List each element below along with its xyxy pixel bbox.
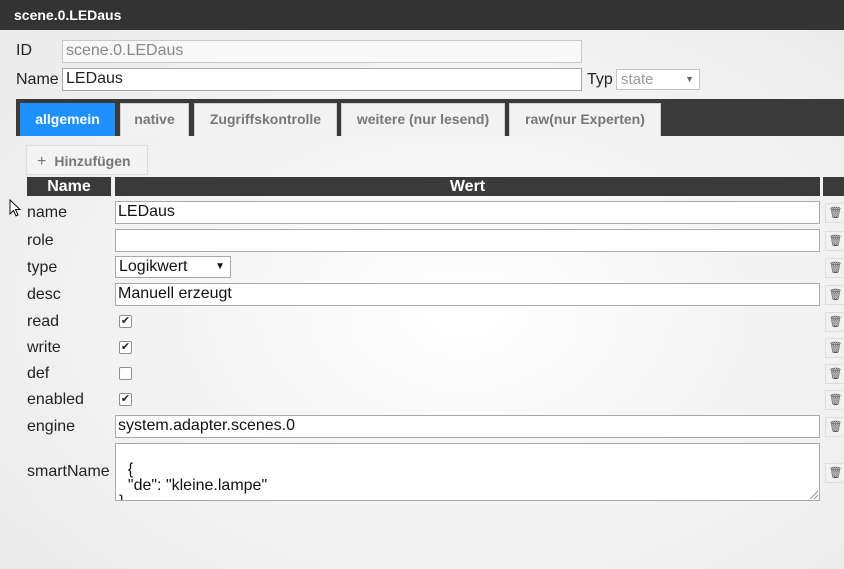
tab-native[interactable]: native <box>120 103 189 136</box>
tab-zugriffskontrolle[interactable]: Zugriffskontrolle <box>194 103 337 136</box>
delete-button-engine[interactable]: 🗑 <box>825 417 844 437</box>
column-header-actions <box>823 177 844 196</box>
check-icon: ✔ <box>120 393 131 405</box>
trash-icon: 🗑 <box>828 368 843 380</box>
value-input-engine[interactable]: system.adapter.scenes.0 <box>115 415 820 438</box>
value-input-name[interactable]: LEDaus <box>115 201 820 224</box>
chevron-down-icon: ▼ <box>685 74 694 84</box>
delete-button-desc[interactable]: 🗑 <box>825 285 844 305</box>
trash-icon: 🗑 <box>828 316 843 328</box>
mouse-pointer-icon <box>9 199 22 217</box>
column-header-value: Wert <box>115 177 820 196</box>
checkbox-def[interactable] <box>119 367 132 380</box>
trash-icon: 🗑 <box>828 262 843 274</box>
tab-weitere[interactable]: weitere (nur lesend) <box>341 103 505 136</box>
window-title: scene.0.LEDaus <box>0 0 844 30</box>
typ-label: Typ <box>587 71 613 88</box>
value-textarea-smartname[interactable]: { "de": "kleine.lampe" } <box>115 443 820 501</box>
trash-icon: 🗑 <box>828 467 843 479</box>
delete-button-role[interactable]: 🗑 <box>825 231 844 251</box>
check-icon: ✔ <box>120 341 131 353</box>
value-input-role[interactable] <box>115 229 820 252</box>
plus-icon: + <box>37 153 47 170</box>
trash-icon: 🗑 <box>828 342 843 354</box>
value-select-type-text: Logikwert <box>119 258 188 275</box>
caret-down-icon: ▼ <box>215 261 225 272</box>
delete-button-name[interactable]: 🗑 <box>825 203 844 223</box>
value-textarea-smartname-text: { "de": "kleine.lampe" } <box>119 461 268 501</box>
tab-allgemein[interactable]: allgemein <box>20 103 115 136</box>
delete-button-write[interactable]: 🗑 <box>825 338 844 358</box>
checkbox-enabled[interactable]: ✔ <box>119 393 132 406</box>
row-label-type: type <box>27 259 58 276</box>
typ-select-value: state <box>621 71 654 88</box>
add-button[interactable]: + Hinzufügen <box>26 145 148 175</box>
row-label-enabled: enabled <box>27 391 84 408</box>
value-input-desc[interactable]: Manuell erzeugt <box>115 283 820 306</box>
delete-button-def[interactable]: 🗑 <box>825 364 844 384</box>
tab-raw[interactable]: raw(nur Experten) <box>509 103 661 136</box>
typ-select[interactable]: state ▼ <box>616 69 700 90</box>
check-icon: ✔ <box>120 315 131 327</box>
checkbox-write[interactable]: ✔ <box>119 341 132 354</box>
row-label-def: def <box>27 365 50 382</box>
trash-icon: 🗑 <box>828 207 843 219</box>
row-label-desc: desc <box>27 286 61 303</box>
row-label-role: role <box>27 232 54 249</box>
trash-icon: 🗑 <box>828 394 843 406</box>
delete-button-smartname[interactable]: 🗑 <box>825 463 844 483</box>
resize-handle-icon[interactable] <box>810 491 818 499</box>
checkbox-read[interactable]: ✔ <box>119 315 132 328</box>
delete-button-enabled[interactable]: 🗑 <box>825 390 844 410</box>
id-field: scene.0.LEDaus <box>62 40 582 63</box>
tab-bar: allgemein native Zugriffskontrolle weite… <box>16 99 844 136</box>
name-label: Name <box>16 71 59 88</box>
row-label-smartname: smartName <box>27 463 110 480</box>
trash-icon: 🗑 <box>828 235 843 247</box>
row-label-name: name <box>27 204 68 221</box>
delete-button-type[interactable]: 🗑 <box>825 258 844 278</box>
row-label-read: read <box>27 313 60 330</box>
column-header-name: Name <box>27 177 111 196</box>
name-field[interactable]: LEDaus <box>62 68 582 91</box>
row-label-write: write <box>27 339 61 356</box>
id-label: ID <box>16 42 32 59</box>
trash-icon: 🗑 <box>828 289 843 301</box>
trash-icon: 🗑 <box>828 421 843 433</box>
delete-button-read[interactable]: 🗑 <box>825 312 844 332</box>
row-label-engine: engine <box>27 418 76 435</box>
add-button-label: Hinzufügen <box>54 153 131 169</box>
value-select-type[interactable]: Logikwert ▼ <box>115 256 231 278</box>
